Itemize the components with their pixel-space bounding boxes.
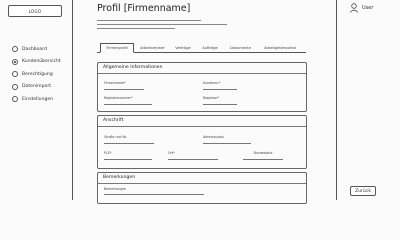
back-button[interactable]: Zurück [350, 186, 376, 196]
logo[interactable]: LOGO [8, 5, 62, 17]
field-input-line[interactable] [104, 104, 152, 105]
radio-icon[interactable] [12, 46, 18, 53]
field-label: Bemerkungen [104, 187, 127, 191]
tab-bar: Firmenprofil Arbeitnehmer Verträge Auftr… [97, 43, 306, 53]
notes-field[interactable]: Bemerkungen [104, 187, 204, 195]
tab-vertraege[interactable]: Verträge [171, 43, 195, 53]
city-field[interactable]: Ort* [168, 151, 218, 160]
field-input-line[interactable] [243, 159, 283, 160]
sidebar-item-kundenuebersicht[interactable]: Kundenübersicht [12, 56, 61, 69]
section-divider [98, 126, 306, 127]
section-divider [98, 73, 306, 74]
tab-dokumente[interactable]: Dokumente [226, 43, 255, 53]
sidebar-item-einstellungen[interactable]: Einstellungen [12, 93, 61, 106]
field-label: Registrar* [203, 96, 220, 100]
tab-arbeitgeberportal[interactable]: Arbeitgeberportal [258, 43, 302, 53]
sidebar-item-label: Datenimport [22, 84, 52, 90]
section-title: Bemerkungen [103, 175, 136, 180]
general-info-section: Allgemeine Informationen Firmenname* Kun… [97, 62, 307, 112]
field-input-line[interactable] [203, 143, 251, 144]
subtitle-placeholder-line [97, 24, 227, 25]
field-label: Firmenname* [104, 81, 126, 85]
company-name-field[interactable]: Firmenname* [104, 81, 144, 90]
field-label: Straße und Nr. [104, 135, 128, 139]
sidebar-item-dashboard[interactable]: Dashboard [12, 43, 61, 56]
sidebar-nav: Dashboard Kundenübersicht Berechtigung D… [12, 43, 61, 106]
radio-icon[interactable] [12, 96, 18, 103]
field-input-line[interactable] [104, 89, 144, 90]
user-icon [350, 3, 358, 13]
address-section: Anschrift Straße und Nr. Adresszusatz PL… [97, 115, 307, 169]
radio-icon[interactable] [12, 71, 18, 78]
field-label: Ort* [168, 151, 175, 155]
section-title: Allgemeine Informationen [103, 65, 163, 70]
radio-icon[interactable] [12, 83, 18, 90]
sidebar-item-label: Dashboard [22, 46, 47, 52]
field-input-line[interactable] [104, 159, 152, 160]
section-title: Anschrift [103, 118, 124, 123]
right-panel [336, 0, 400, 200]
field-input-line[interactable] [104, 143, 154, 144]
radio-selected-icon[interactable] [12, 58, 18, 65]
field-input-line[interactable] [203, 104, 237, 105]
postal-code-field[interactable]: PLZ* [104, 151, 152, 160]
field-label: Kundennr.* [203, 81, 221, 85]
page-title: Profil [Firmenname] [97, 3, 191, 14]
registrar-field[interactable]: Registrar* [203, 96, 237, 105]
field-input-line[interactable] [203, 89, 237, 90]
field-label: Registernummer* [104, 96, 133, 100]
notes-section: Bemerkungen Bemerkungen [97, 172, 307, 204]
state-field[interactable]: Bundesland [243, 151, 283, 160]
field-label: Bundesland [253, 151, 273, 155]
tab-arbeitnehmer[interactable]: Arbeitnehmer [137, 43, 168, 53]
sidebar-item-datenimport[interactable]: Datenimport [12, 81, 61, 94]
sidebar-item-label: Einstellungen [22, 96, 54, 102]
user-menu[interactable]: User [350, 3, 373, 13]
field-input-line[interactable] [104, 194, 204, 195]
customer-number-field[interactable]: Kundennr.* [203, 81, 237, 90]
subtitle-placeholder-line [97, 20, 201, 21]
street-field[interactable]: Straße und Nr. [104, 135, 154, 144]
address-extra-field[interactable]: Adresszusatz [203, 135, 251, 144]
subtitle-placeholder-line [97, 28, 175, 29]
sidebar-item-label: Kundenübersicht [22, 59, 61, 65]
sidebar-item-berechtigung[interactable]: Berechtigung [12, 68, 61, 81]
tab-firmenprofil[interactable]: Firmenprofil [100, 43, 134, 53]
user-label: User [362, 5, 374, 11]
back-button-label: Zurück [354, 188, 372, 194]
register-number-field[interactable]: Registernummer* [104, 96, 152, 105]
sidebar-item-label: Berechtigung [22, 71, 53, 77]
field-label: Adresszusatz [203, 135, 224, 139]
logo-text: LOGO [28, 8, 42, 14]
tab-auftraege[interactable]: Aufträge [198, 43, 222, 53]
field-input-line[interactable] [168, 159, 218, 160]
section-divider [98, 183, 306, 184]
field-label: PLZ* [104, 151, 112, 155]
